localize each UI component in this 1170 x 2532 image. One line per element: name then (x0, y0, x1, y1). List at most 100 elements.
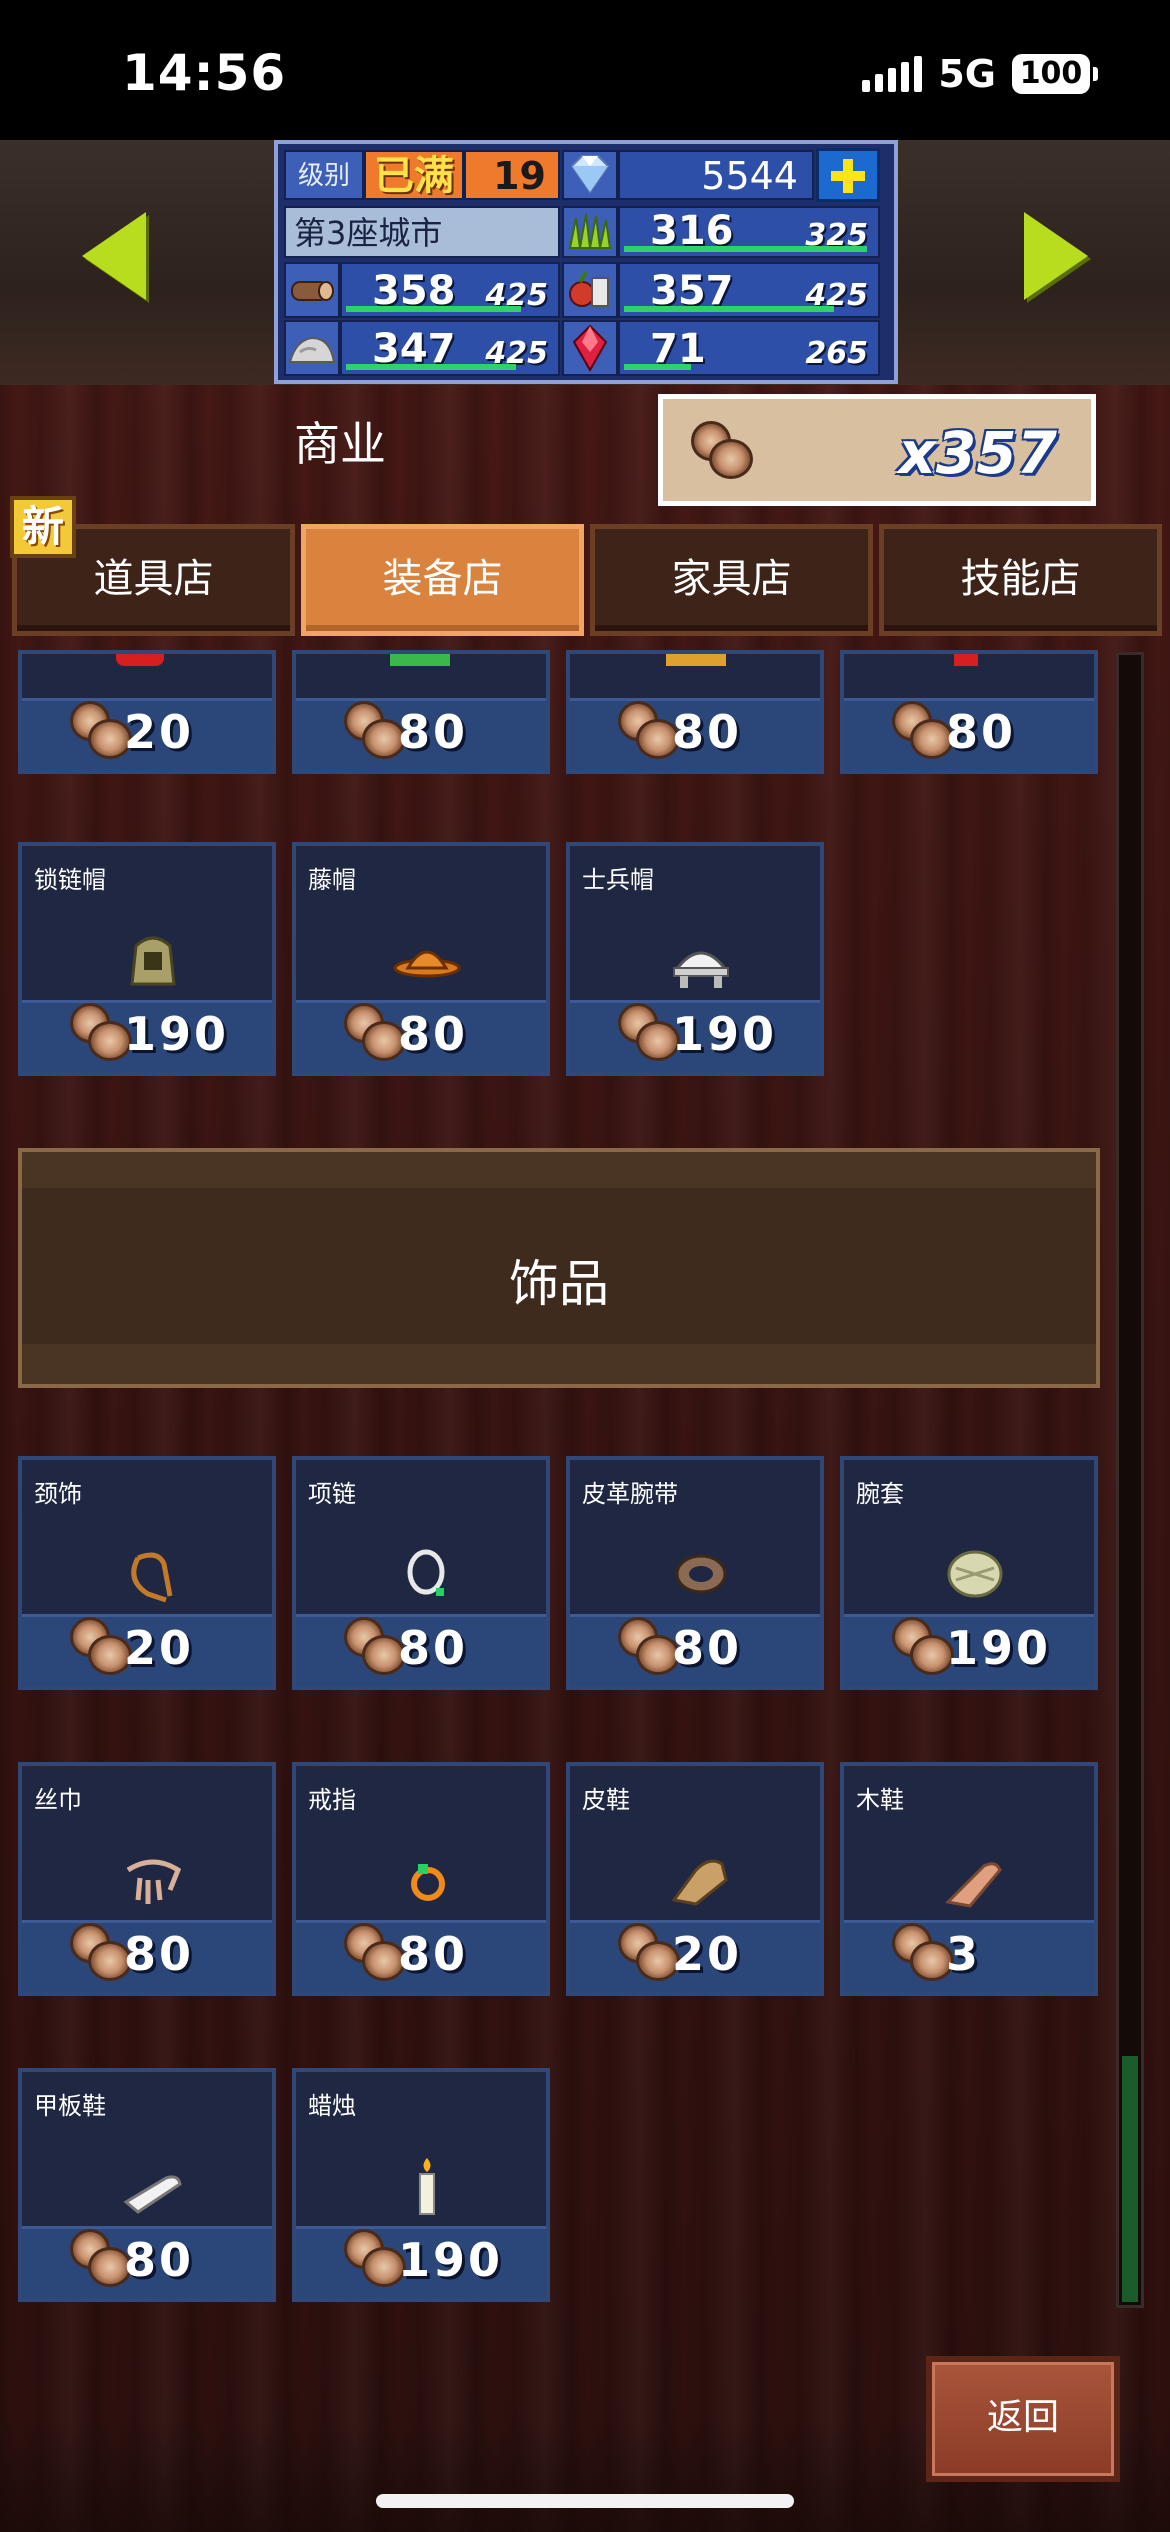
stone-resource: 347 425 (340, 320, 560, 376)
section-header-accessories: 饰品 (18, 1148, 1100, 1388)
stone-bar (346, 364, 516, 370)
item-icon (116, 654, 164, 666)
item-icon (390, 654, 450, 666)
collar-icon (131, 1552, 173, 1603)
stone-icon (284, 320, 340, 376)
item-name: 皮鞋 (582, 1786, 630, 1814)
item-card-wooden-shoes[interactable]: 木鞋 3 (840, 1762, 1098, 1996)
item-card-leather-shoes[interactable]: 皮鞋 20 (566, 1762, 824, 1996)
wood-counter: x357 (658, 394, 1096, 506)
home-indicator[interactable] (376, 2494, 794, 2508)
item-name: 士兵帽 (582, 866, 654, 894)
prev-city-arrow-icon[interactable] (82, 212, 146, 300)
item-name: 锁链帽 (34, 866, 106, 894)
item-name: 腕套 (856, 1480, 904, 1508)
scrollbar-thumb[interactable] (1122, 2056, 1138, 2302)
item-name: 皮革腕带 (582, 1480, 678, 1508)
item-name: 丝巾 (34, 1786, 82, 1814)
back-button[interactable]: 返回 (926, 2356, 1120, 2482)
item-card[interactable]: 20 (18, 650, 276, 774)
battery-icon: 100 (1012, 54, 1098, 94)
item-card-necklace[interactable]: 项链 80 (292, 1456, 550, 1690)
commerce-label: 商业 (294, 417, 386, 471)
grass-icon (562, 206, 618, 258)
item-card-chain-hood[interactable]: 锁链帽 190 (18, 842, 276, 1076)
food-resource: 357 425 (618, 262, 880, 318)
item-price: 190 (124, 1007, 230, 1061)
leather-wristband-icon (675, 1554, 727, 1594)
food-bar (624, 306, 834, 312)
list-scrollbar[interactable] (1116, 652, 1144, 2308)
item-name: 甲板鞋 (34, 2092, 106, 2120)
scarf-icon (126, 1859, 182, 1904)
item-card-leather-wristband[interactable]: 皮革腕带 80 (566, 1456, 824, 1690)
tab-skill-shop[interactable]: 技能店 (879, 524, 1162, 636)
shop-tabs: 道具店 装备店 家具店 技能店 (12, 524, 1162, 636)
item-price: 80 (398, 1007, 469, 1061)
tab-furniture-shop[interactable]: 家具店 (590, 524, 873, 636)
item-card-scarf[interactable]: 丝巾 80 (18, 1762, 276, 1996)
item-price: 3 (946, 1927, 982, 1981)
item-price: 80 (398, 1621, 469, 1675)
item-price: 20 (672, 1927, 743, 1981)
item-name: 戒指 (308, 1786, 356, 1814)
deck-shoes-icon (123, 2175, 182, 2214)
item-card-ring[interactable]: 戒指 80 (292, 1762, 550, 1996)
item-price: 20 (124, 705, 195, 759)
item-name: 藤帽 (308, 866, 356, 894)
grass-resource: 316 325 (618, 206, 880, 258)
item-name: 项链 (308, 1480, 356, 1508)
ruby-icon (562, 320, 618, 376)
item-card-collar[interactable]: 颈饰 20 (18, 1456, 276, 1690)
item-icon (666, 654, 726, 666)
ruby-max: 265 (805, 336, 868, 371)
section-title: 饰品 (509, 1255, 609, 1313)
necklace-icon (407, 1549, 445, 1596)
item-price: 190 (398, 2233, 504, 2287)
status-right: 5G 100 (862, 52, 1098, 96)
next-city-arrow-icon[interactable] (1024, 212, 1088, 300)
wrist-guard-icon (947, 1550, 1003, 1598)
item-card[interactable]: 80 (840, 650, 1098, 774)
diamond-icon (562, 150, 618, 200)
wood-count: x357 (898, 419, 1057, 487)
candle-icon (419, 2158, 435, 2215)
item-card-rattan-hat[interactable]: 藤帽 80 (292, 842, 550, 1076)
item-card-soldier-helmet[interactable]: 士兵帽 190 (566, 842, 824, 1076)
soldier-helmet-icon (673, 951, 729, 988)
level-label: 级别 (284, 150, 364, 200)
item-price: 190 (946, 1621, 1052, 1675)
wood-log-icon (687, 419, 757, 481)
wood-icon (284, 262, 340, 318)
buy-gems-button[interactable] (816, 148, 880, 202)
item-card[interactable]: 80 (566, 650, 824, 774)
item-card-candle[interactable]: 蜡烛 190 (292, 2068, 550, 2302)
food-icon (562, 262, 618, 318)
item-name: 颈饰 (34, 1480, 82, 1508)
item-card-deck-shoes[interactable]: 甲板鞋 80 (18, 2068, 276, 2302)
item-price: 80 (398, 705, 469, 759)
new-badge: 新 (10, 496, 76, 558)
item-card-wrist-guard[interactable]: 腕套 190 (840, 1456, 1098, 1690)
rattan-hat-icon (393, 950, 461, 978)
wooden-shoes-icon (944, 1862, 1002, 1908)
network-label: 5G (938, 52, 996, 96)
item-price: 80 (946, 705, 1017, 759)
tab-equipment-shop[interactable]: 装备店 (301, 524, 584, 636)
item-price: 20 (124, 1621, 195, 1675)
item-name: 蜡烛 (308, 2092, 356, 2120)
leather-shoes-icon (671, 1859, 728, 1906)
wood-bar (346, 306, 521, 312)
level-value: 19 (464, 150, 560, 200)
item-icon (954, 654, 978, 666)
item-price: 80 (672, 1621, 743, 1675)
item-name: 木鞋 (856, 1786, 904, 1814)
item-price: 80 (124, 2233, 195, 2287)
shop-item-list[interactable]: 20 80 80 80 锁链帽 190 藤帽 80 士兵帽 190 颈饰 20 … (0, 650, 1170, 2310)
item-price: 80 (398, 1927, 469, 1981)
item-card[interactable]: 80 (292, 650, 550, 774)
status-time: 14:56 (122, 44, 287, 102)
item-price: 190 (672, 1007, 778, 1061)
grass-bar (624, 246, 867, 252)
city-stats-panel: 级别 已满 19 5544 第3座城市 316 325 358 425 357 … (274, 140, 898, 384)
